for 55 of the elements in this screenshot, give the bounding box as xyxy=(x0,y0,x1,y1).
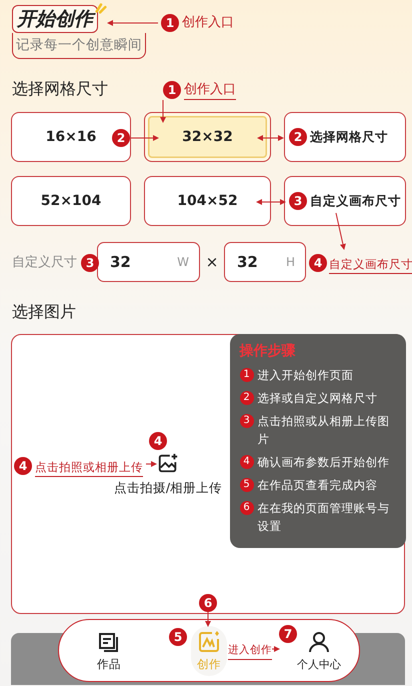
step-text: 在作品页查看完成内容 xyxy=(258,476,378,494)
annotation-label: 自定义画布尺寸 xyxy=(310,192,401,210)
step-number: 1 xyxy=(240,368,254,382)
number-badge: 1 xyxy=(163,81,181,99)
unit-label: W xyxy=(177,255,189,269)
step-text: 选择或自定义网格尺寸 xyxy=(258,390,378,406)
nav-tab[interactable]: 作品 xyxy=(97,630,121,672)
section-heading: 选择图片 xyxy=(12,302,76,322)
annotation-label: 进入创作 xyxy=(228,641,272,660)
number-badge: 4 xyxy=(309,254,327,272)
number-badge: 3 xyxy=(81,254,99,272)
unit-label: H xyxy=(286,255,295,269)
callout-arrow xyxy=(256,199,286,205)
step-number: 3 xyxy=(240,414,254,428)
step-text: 确认画布参数后开始创作 xyxy=(258,454,390,470)
callout-arrow xyxy=(336,212,346,250)
nav-tab[interactable]: 个人中心 xyxy=(297,630,341,672)
step-number: 4 xyxy=(240,454,254,468)
annotation-label: 点击拍照或相册上传 xyxy=(35,458,143,477)
section-heading: 选择网格尺寸 xyxy=(12,79,108,99)
width-field[interactable]: 32 W xyxy=(97,242,200,282)
step-number: 2 xyxy=(240,390,254,404)
step-number: 6 xyxy=(240,500,254,514)
person-icon xyxy=(307,630,331,654)
image-add-icon xyxy=(157,452,179,474)
callout-arrow xyxy=(146,461,157,467)
page-subtitle: 记录每一个创意瞬间 xyxy=(12,33,146,59)
callout-arrow xyxy=(272,646,280,652)
grid-size-option[interactable]: 32×32 xyxy=(144,112,271,162)
number-badge: 1 xyxy=(161,14,179,32)
callout-arrow xyxy=(107,20,158,26)
sparkle-icon xyxy=(95,2,107,14)
step-text: 进入开始创作页面 xyxy=(258,366,354,384)
annotation-label: 创作入口 xyxy=(182,14,234,32)
times-sign: × xyxy=(204,253,220,271)
step-text: 点击拍照或从相册上传图片 xyxy=(258,412,390,448)
step-text: 在在我的页面管理账号与设置 xyxy=(258,500,390,534)
grid-size-option[interactable]: 104×52 xyxy=(144,176,271,226)
callout-arrow xyxy=(130,135,159,141)
callout-arrow xyxy=(160,100,166,123)
page-title: 开始创作 xyxy=(12,5,98,33)
height-field[interactable]: 32 H xyxy=(224,242,306,282)
field-value: 32 xyxy=(237,253,258,271)
callout-arrow xyxy=(257,135,284,141)
number-badge: 2 xyxy=(289,128,307,146)
step-number: 5 xyxy=(240,478,254,492)
steps-title: 操作步骤 xyxy=(240,342,296,360)
upload-label: 点击拍摄/相册上传 xyxy=(114,480,222,496)
number-badge: 3 xyxy=(289,192,307,210)
custom-size-label: 自定义尺寸 xyxy=(12,254,78,271)
field-value: 32 xyxy=(110,253,131,271)
annotation-label: 创作入口 xyxy=(184,81,236,100)
create-icon xyxy=(197,630,221,654)
annotation-label: 选择网格尺寸 xyxy=(310,128,388,146)
grid-size-option[interactable]: 52×104 xyxy=(11,176,131,226)
